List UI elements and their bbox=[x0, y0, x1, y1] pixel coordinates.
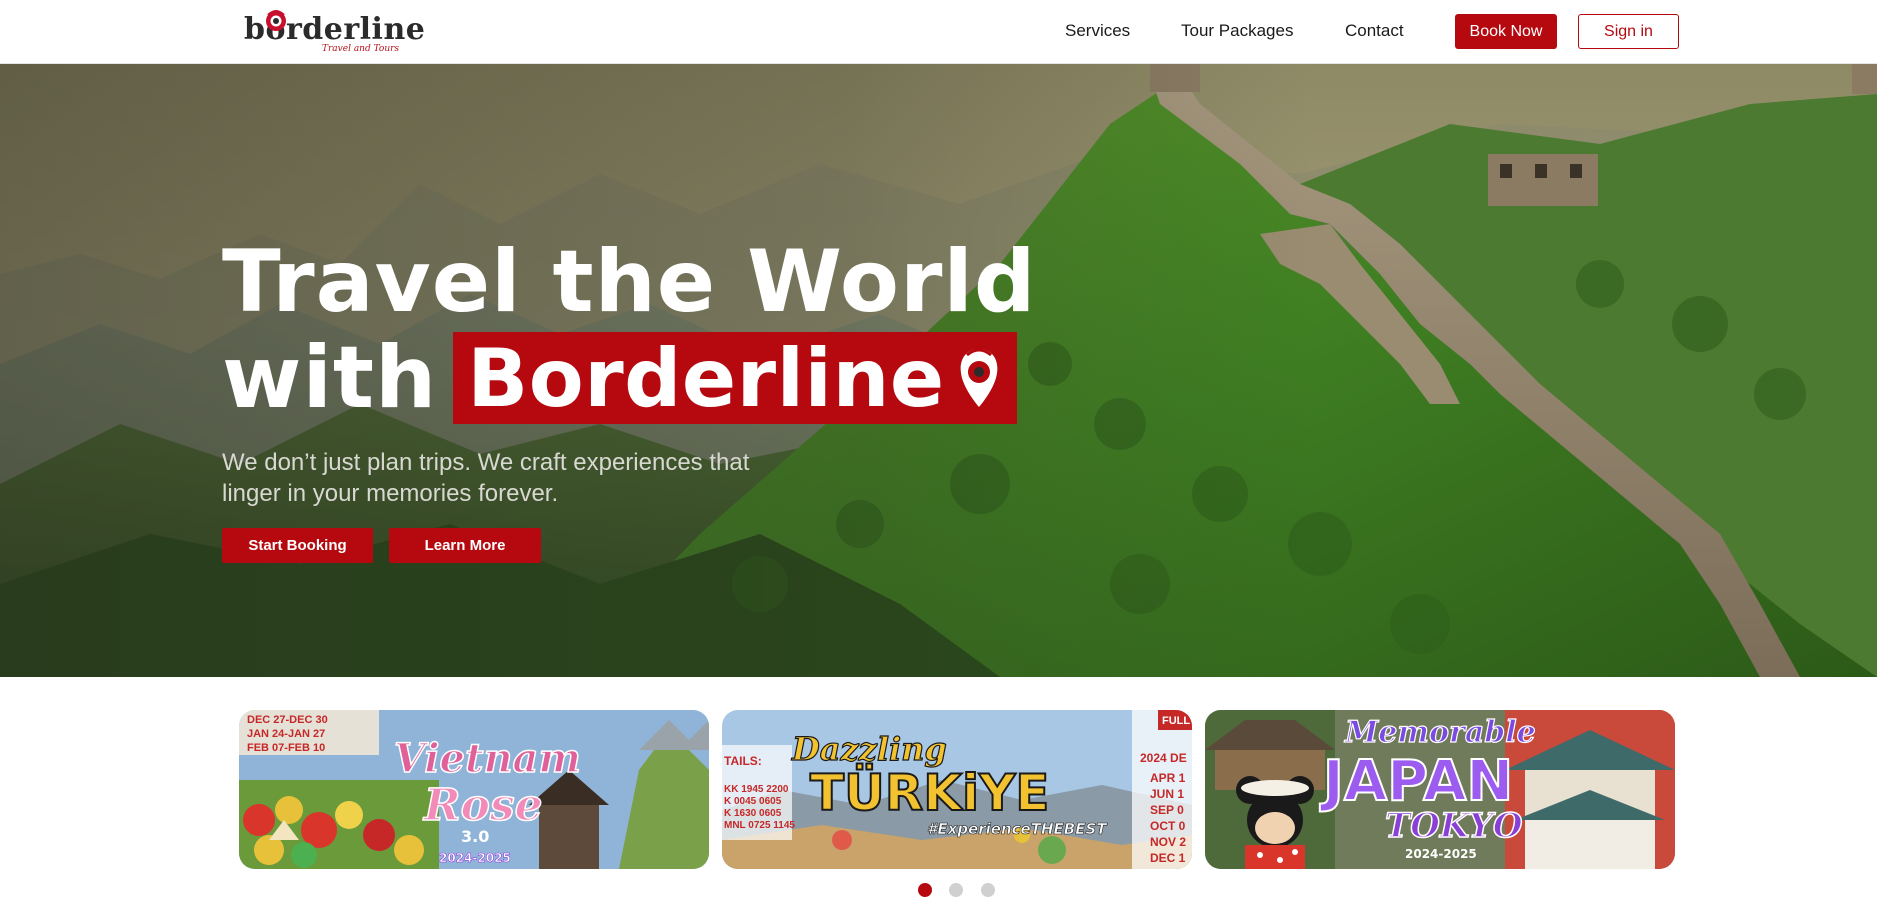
turkiye-month-2: JUN 1 bbox=[1150, 787, 1184, 801]
vietnam-years: 2024-2025 bbox=[439, 851, 511, 865]
turkiye-year-label: 2024 DE bbox=[1140, 751, 1187, 765]
japan-title-a: Memorable bbox=[1344, 715, 1536, 750]
turkiye-flight-4: MNL 0725 1145 bbox=[724, 820, 795, 831]
carousel-dot-3[interactable] bbox=[981, 883, 995, 897]
nav-link-contact[interactable]: Contact bbox=[1345, 21, 1404, 41]
hero-subtitle: We don’t just plan trips. We craft exper… bbox=[222, 449, 750, 507]
nav-link-services[interactable]: Services bbox=[1065, 21, 1130, 41]
turkiye-tagline: #ExperienceTHEBEST bbox=[927, 820, 1108, 838]
tour-card-japan[interactable]: Memorable JAPAN TOKYO 2024-2025 bbox=[1205, 710, 1675, 869]
turkiye-title-a: Dazzling bbox=[791, 730, 947, 768]
mickey-mouse-figure bbox=[1236, 776, 1314, 869]
turkiye-month-1: APR 1 bbox=[1150, 771, 1186, 785]
turkiye-banner-image: TAILS: KK 1945 2200 K 0045 0605 K 1630 0… bbox=[722, 710, 1192, 869]
turkiye-details-label: TAILS: bbox=[724, 754, 762, 768]
vietnam-date-2: JAN 24-JAN 27 bbox=[247, 728, 325, 740]
location-pin-icon bbox=[266, 10, 286, 31]
turkiye-month-6: DEC 1 bbox=[1150, 851, 1186, 865]
hero-brand-highlight: Borderline bbox=[453, 331, 1017, 425]
sign-in-button[interactable]: Sign in bbox=[1578, 14, 1679, 49]
vietnam-title: Vietnam bbox=[394, 735, 581, 782]
carousel-dot-2[interactable] bbox=[949, 883, 963, 897]
japan-banner-image: Memorable JAPAN TOKYO 2024-2025 bbox=[1205, 710, 1675, 869]
japan-title-b: JAPAN bbox=[1319, 749, 1513, 814]
vietnam-version: 3.0 bbox=[461, 827, 489, 846]
brand-logo[interactable]: borderline Travel and Tours bbox=[244, 6, 425, 56]
location-pin-icon bbox=[960, 348, 998, 407]
vietnam-title-2: Rose bbox=[422, 780, 543, 831]
turkiye-full-badge: FULL bbox=[1162, 715, 1190, 727]
turkiye-flight-2: K 0045 0605 bbox=[724, 796, 782, 807]
hero-section: Travel the World with Borderline We don’… bbox=[0, 64, 1877, 677]
turkiye-title-b: TÜRKiYE bbox=[810, 763, 1049, 822]
turkiye-month-5: NOV 2 bbox=[1150, 835, 1186, 849]
japan-title-c: TOKYO bbox=[1385, 806, 1523, 846]
turkiye-flight-1: KK 1945 2200 bbox=[724, 784, 789, 795]
logo-tagline: Travel and Tours bbox=[322, 44, 400, 54]
tour-card-turkiye[interactable]: TAILS: KK 1945 2200 K 0045 0605 K 1630 0… bbox=[722, 710, 1192, 869]
turkiye-flight-3: K 1630 0605 bbox=[724, 808, 782, 819]
carousel-dot-1[interactable] bbox=[918, 883, 932, 897]
book-now-button[interactable]: Book Now bbox=[1455, 14, 1557, 49]
vietnam-date-1: DEC 27-DEC 30 bbox=[247, 714, 328, 726]
vietnam-banner-image: DEC 27-DEC 30 JAN 24-JAN 27 FEB 07-FEB 1… bbox=[239, 710, 709, 869]
hero-title-line2: with Borderline bbox=[222, 328, 1017, 428]
learn-more-button[interactable]: Learn More bbox=[389, 528, 541, 563]
vietnam-date-3: FEB 07-FEB 10 bbox=[247, 742, 325, 754]
start-booking-button[interactable]: Start Booking bbox=[222, 528, 373, 563]
hero-title-with: with bbox=[222, 328, 438, 428]
hero-title-line1: Travel the World bbox=[222, 232, 1037, 332]
hero-brand-name: Borderline bbox=[467, 331, 945, 425]
turkiye-month-4: OCT 0 bbox=[1150, 819, 1186, 833]
navbar: borderline Travel and Tours Services Tou… bbox=[0, 0, 1877, 64]
nav-link-tour-packages[interactable]: Tour Packages bbox=[1181, 21, 1293, 41]
turkiye-month-3: SEP 0 bbox=[1150, 803, 1184, 817]
japan-years: 2024-2025 bbox=[1405, 847, 1477, 861]
tour-card-vietnam[interactable]: DEC 27-DEC 30 JAN 24-JAN 27 FEB 07-FEB 1… bbox=[239, 710, 709, 869]
